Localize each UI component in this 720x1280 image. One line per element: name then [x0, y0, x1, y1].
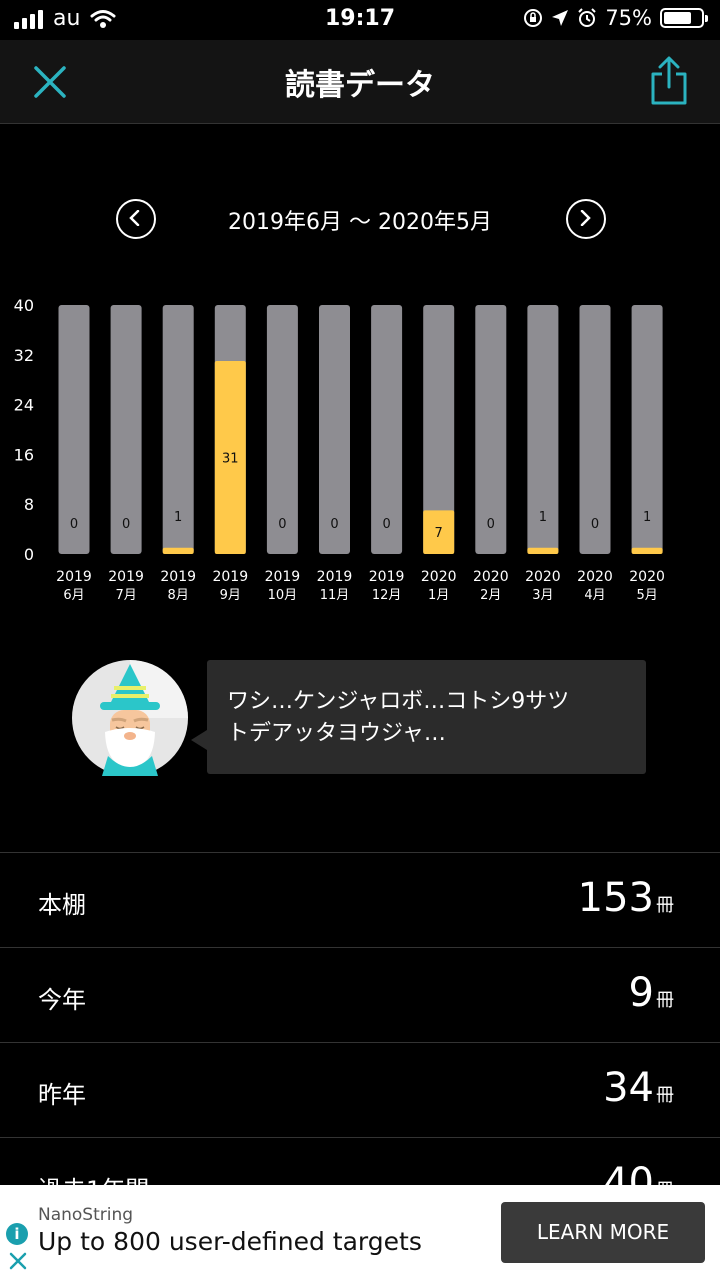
- nav-bar: 読書データ: [0, 40, 720, 124]
- x-tick-month: 4月: [584, 588, 605, 603]
- next-period-button[interactable]: [566, 199, 606, 239]
- stat-value: 34 冊: [603, 1065, 674, 1111]
- info-icon[interactable]: i: [6, 1223, 28, 1245]
- x-tick-month: 2月: [480, 588, 501, 603]
- y-tick-label: 24: [14, 396, 34, 415]
- stat-number: 34: [603, 1065, 654, 1111]
- x-tick-month: 6月: [63, 588, 84, 603]
- x-tick-year: 2019: [56, 569, 92, 585]
- wizard-mascot: [72, 660, 188, 776]
- alarm-icon: [578, 8, 597, 27]
- stat-label: 今年: [38, 986, 86, 1014]
- x-tick-year: 2020: [577, 569, 613, 585]
- stats-list: 本棚 153 冊 今年 9 冊 昨年 34 冊 過去1年間 40 冊: [0, 852, 720, 1232]
- speech-line: ワシ…ケンジャロボ…コトシ9サツ: [227, 689, 570, 714]
- bar-value-label: 0: [487, 517, 495, 532]
- bar-value-label: 1: [174, 510, 182, 525]
- x-tick-year: 2019: [369, 569, 405, 585]
- rotation-lock-icon: [524, 9, 543, 27]
- share-icon[interactable]: [648, 56, 690, 106]
- stat-unit: 冊: [656, 990, 674, 1011]
- status-right: 75%: [523, 6, 708, 30]
- learn-more-button[interactable]: LEARN MORE: [501, 1202, 705, 1263]
- wizard-avatar: [72, 660, 188, 776]
- y-tick-label: 8: [24, 495, 34, 514]
- bar-value-label: 1: [643, 510, 651, 525]
- stat-value: 9 冊: [629, 970, 674, 1016]
- ad-brand: NanoString: [38, 1205, 134, 1225]
- date-range-label: 2019年6月 〜 2020年5月: [228, 210, 492, 235]
- x-tick-month: 12月: [372, 588, 402, 603]
- stat-number: 9: [628, 970, 654, 1016]
- bar-value-label: 31: [222, 452, 239, 467]
- x-tick-year: 2020: [629, 569, 665, 585]
- page-title: 読書データ: [285, 68, 435, 103]
- x-tick-year: 2020: [421, 569, 457, 585]
- ad-banner[interactable]: i NanoString Up to 800 user-defined targ…: [0, 1185, 720, 1280]
- location-icon: [552, 10, 569, 26]
- x-tick-year: 2020: [525, 569, 561, 585]
- x-tick-month: 8月: [168, 588, 189, 603]
- x-tick-year: 2019: [108, 569, 144, 585]
- x-tick-month: 5月: [636, 588, 657, 603]
- monthly-reading-chart: 0 8 16 24 32 40 0 2019 6月 0 2019 7月 1 2019 8月 31 2019 9月 0…: [14, 296, 665, 603]
- bar-value-label: 0: [382, 517, 390, 532]
- status-bar: au 19:17 75%: [0, 0, 720, 40]
- x-tick-year: 2020: [473, 569, 509, 585]
- stat-row-this-year: 今年 9 冊: [0, 947, 720, 1042]
- bar-value-label: 1: [539, 510, 547, 525]
- bar-value-label: 0: [330, 517, 338, 532]
- stat-label: 本棚: [38, 891, 86, 919]
- x-tick-year: 2019: [317, 569, 353, 585]
- bar-fill: [631, 547, 663, 554]
- stat-row-bookshelf: 本棚 153 冊: [0, 852, 720, 947]
- stat-unit: 冊: [656, 1085, 674, 1106]
- y-tick-label: 40: [14, 296, 34, 315]
- x-tick-month: 1月: [428, 588, 449, 603]
- x-tick-month: 10月: [268, 588, 298, 603]
- bar-value-label: 0: [122, 517, 130, 532]
- chevron-right-icon: [580, 210, 591, 226]
- x-tick-month: 9月: [220, 588, 241, 603]
- close-icon[interactable]: [8, 1251, 28, 1271]
- bar-fill: [162, 547, 194, 554]
- speech-text: ワシ…ケンジャロボ…コトシ9サツ トデアッタヨウジャ…: [227, 686, 628, 750]
- bar-value-label: 0: [591, 517, 599, 532]
- bar-fill: [527, 547, 559, 554]
- x-tick-month: 11月: [320, 588, 350, 603]
- bar-value-label: 7: [435, 526, 443, 541]
- x-tick-month: 3月: [532, 588, 553, 603]
- x-tick-year: 2019: [265, 569, 301, 585]
- stat-label: 昨年: [38, 1081, 86, 1109]
- y-tick-label: 16: [14, 445, 34, 464]
- battery-percent: 75%: [605, 6, 652, 30]
- stat-unit: 冊: [656, 895, 674, 916]
- y-tick-label: 0: [24, 545, 34, 564]
- date-range-selector: 2019年6月 〜 2020年5月: [0, 196, 720, 242]
- x-tick-year: 2019: [160, 569, 196, 585]
- battery-icon: [660, 8, 708, 28]
- stat-row-last-year: 昨年 34 冊: [0, 1042, 720, 1137]
- stat-number: 153: [577, 875, 654, 921]
- stat-value: 153 冊: [578, 875, 674, 921]
- speech-bubble: ワシ…ケンジャロボ…コトシ9サツ トデアッタヨウジャ…: [191, 660, 646, 774]
- bar-value-label: 0: [70, 517, 78, 532]
- ad-headline[interactable]: Up to 800 user-defined targets: [38, 1227, 422, 1256]
- bar-value-label: 0: [278, 517, 286, 532]
- x-tick-year: 2019: [212, 569, 248, 585]
- speech-line: トデアッタヨウジャ…: [227, 721, 446, 746]
- x-tick-month: 7月: [115, 588, 136, 603]
- y-tick-label: 32: [14, 346, 34, 365]
